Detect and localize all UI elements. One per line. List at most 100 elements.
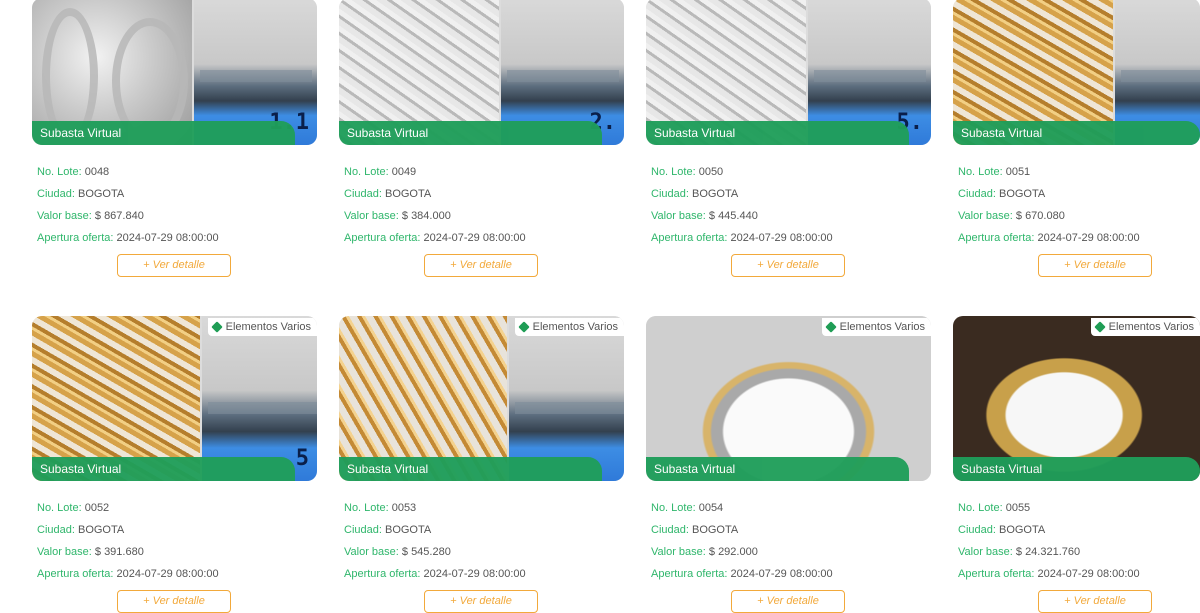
city-value: BOGOTA: [384, 188, 432, 200]
lot-number: 0048: [84, 166, 110, 178]
opening-row: Apertura oferta: 2024-07-29 08:00:00: [344, 568, 526, 580]
view-detail-button[interactable]: + Ver detalle: [1038, 254, 1152, 277]
base-price: $ 391.680: [94, 546, 144, 558]
auction-type-badge: Subasta Virtual: [646, 121, 909, 145]
view-detail-button[interactable]: + Ver detalle: [117, 590, 231, 613]
lot-number-row: No. Lote: 0048: [37, 166, 110, 178]
opening-row: Apertura oferta: 2024-07-29 08:00:00: [344, 232, 526, 244]
opening-row: Apertura oferta: 2024-07-29 08:00:00: [651, 232, 833, 244]
auction-grid: 1.1 Subasta Virtual No. Lote: 0048 Ciuda…: [0, 0, 1200, 613]
lot-image[interactable]: Elementos Varios Subasta Virtual: [339, 316, 624, 481]
opening-date: 2024-07-29 08:00:00: [423, 568, 526, 580]
lot-number-row: No. Lote: 0054: [651, 502, 724, 514]
auction-type-badge: Subasta Virtual: [32, 457, 295, 481]
opening-row: Apertura oferta: 2024-07-29 08:00:00: [958, 232, 1140, 244]
city-row: Ciudad: BOGOTA: [344, 524, 432, 536]
base-price: $ 867.840: [94, 210, 144, 222]
base-price: $ 445.440: [708, 210, 758, 222]
city-value: BOGOTA: [691, 188, 739, 200]
lot-image[interactable]: Subasta Virtual: [953, 0, 1200, 145]
lot-image[interactable]: 2. Subasta Virtual: [339, 0, 624, 145]
city-row: Ciudad: BOGOTA: [651, 524, 739, 536]
city-value: BOGOTA: [384, 524, 432, 536]
city-row: Ciudad: BOGOTA: [958, 524, 1046, 536]
tag-icon: [517, 321, 530, 333]
lot-number-row: No. Lote: 0053: [344, 502, 417, 514]
auction-type-badge: Subasta Virtual: [32, 121, 295, 145]
base-price: $ 545.280: [401, 546, 451, 558]
lot-number-row: No. Lote: 0052: [37, 502, 110, 514]
city-value: BOGOTA: [77, 524, 125, 536]
lot-number: 0052: [84, 502, 110, 514]
auction-type-badge: Subasta Virtual: [953, 457, 1200, 481]
category-tag: Elementos Varios: [1090, 318, 1200, 336]
scale-readout: 5: [295, 446, 309, 471]
city-row: Ciudad: BOGOTA: [37, 524, 125, 536]
base-price-row: Valor base: $ 670.080: [958, 210, 1065, 222]
city-row: Ciudad: BOGOTA: [37, 188, 125, 200]
auction-type-badge: Subasta Virtual: [339, 457, 602, 481]
lot-number: 0055: [1005, 502, 1031, 514]
opening-row: Apertura oferta: 2024-07-29 08:00:00: [37, 568, 219, 580]
base-price-row: Valor base: $ 545.280: [344, 546, 451, 558]
city-row: Ciudad: BOGOTA: [344, 188, 432, 200]
view-detail-button[interactable]: + Ver detalle: [424, 590, 538, 613]
view-detail-button[interactable]: + Ver detalle: [117, 254, 231, 277]
lot-info: No. Lote: 0049 Ciudad: BOGOTA Valor base…: [344, 161, 526, 249]
base-price-row: Valor base: $ 24.321.760: [958, 546, 1081, 558]
opening-row: Apertura oferta: 2024-07-29 08:00:00: [958, 568, 1140, 580]
category-tag: Elementos Varios: [821, 318, 931, 336]
lot-number-row: No. Lote: 0051: [958, 166, 1031, 178]
opening-date: 2024-07-29 08:00:00: [1037, 568, 1140, 580]
base-price-row: Valor base: $ 445.440: [651, 210, 758, 222]
lot-image[interactable]: Elementos Varios Subasta Virtual: [953, 316, 1200, 481]
lot-number: 0053: [391, 502, 417, 514]
city-row: Ciudad: BOGOTA: [958, 188, 1046, 200]
city-value: BOGOTA: [691, 524, 739, 536]
lot-info: No. Lote: 0051 Ciudad: BOGOTA Valor base…: [958, 161, 1140, 249]
base-price-row: Valor base: $ 292.000: [651, 546, 758, 558]
lot-info: No. Lote: 0054 Ciudad: BOGOTA Valor base…: [651, 497, 833, 585]
lot-image[interactable]: Elementos Varios Subasta Virtual: [646, 316, 931, 481]
lot-number-row: No. Lote: 0050: [651, 166, 724, 178]
city-value: BOGOTA: [77, 188, 125, 200]
lot-image[interactable]: 5 Elementos Varios Subasta Virtual: [32, 316, 317, 481]
city-value: BOGOTA: [998, 524, 1046, 536]
lot-number-row: No. Lote: 0055: [958, 502, 1031, 514]
view-detail-button[interactable]: + Ver detalle: [1038, 590, 1152, 613]
lot-number: 0051: [1005, 166, 1031, 178]
opening-row: Apertura oferta: 2024-07-29 08:00:00: [37, 232, 219, 244]
tag-icon: [210, 321, 223, 333]
opening-date: 2024-07-29 08:00:00: [730, 568, 833, 580]
opening-date: 2024-07-29 08:00:00: [116, 232, 219, 244]
opening-row: Apertura oferta: 2024-07-29 08:00:00: [651, 568, 833, 580]
base-price: $ 670.080: [1015, 210, 1065, 222]
lot-image[interactable]: 1.1 Subasta Virtual: [32, 0, 317, 145]
opening-date: 2024-07-29 08:00:00: [423, 232, 526, 244]
view-detail-button[interactable]: + Ver detalle: [731, 590, 845, 613]
lot-number: 0054: [698, 502, 724, 514]
base-price-row: Valor base: $ 384.000: [344, 210, 451, 222]
view-detail-button[interactable]: + Ver detalle: [731, 254, 845, 277]
tag-icon: [824, 321, 837, 333]
lot-number: 0049: [391, 166, 417, 178]
lot-info: No. Lote: 0050 Ciudad: BOGOTA Valor base…: [651, 161, 833, 249]
base-price-row: Valor base: $ 391.680: [37, 546, 144, 558]
opening-date: 2024-07-29 08:00:00: [730, 232, 833, 244]
lot-info: No. Lote: 0048 Ciudad: BOGOTA Valor base…: [37, 161, 219, 249]
base-price: $ 384.000: [401, 210, 451, 222]
category-tag: Elementos Varios: [514, 318, 624, 336]
lot-info: No. Lote: 0053 Ciudad: BOGOTA Valor base…: [344, 497, 526, 585]
view-detail-button[interactable]: + Ver detalle: [424, 254, 538, 277]
auction-type-badge: Subasta Virtual: [339, 121, 602, 145]
base-price-row: Valor base: $ 867.840: [37, 210, 144, 222]
auction-type-badge: Subasta Virtual: [953, 121, 1200, 145]
lot-number: 0050: [698, 166, 724, 178]
category-tag: Elementos Varios: [207, 318, 317, 336]
tag-icon: [1093, 321, 1106, 333]
city-row: Ciudad: BOGOTA: [651, 188, 739, 200]
lot-info: No. Lote: 0055 Ciudad: BOGOTA Valor base…: [958, 497, 1140, 585]
base-price: $ 292.000: [708, 546, 758, 558]
lot-info: No. Lote: 0052 Ciudad: BOGOTA Valor base…: [37, 497, 219, 585]
lot-image[interactable]: 5. Subasta Virtual: [646, 0, 931, 145]
